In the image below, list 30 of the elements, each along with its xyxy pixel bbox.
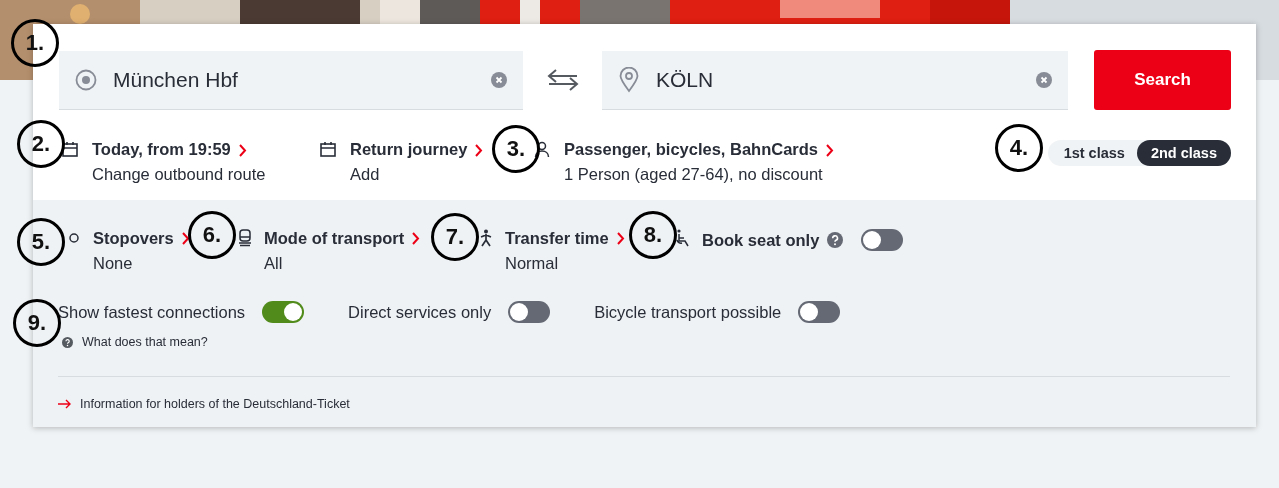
toggle-label: Direct services only [348,302,492,322]
destination-field[interactable]: KÖLN [602,50,1068,110]
filter-value: Normal [505,254,560,273]
help-link[interactable]: What does that mean? [82,335,208,349]
filter-value: None [93,254,134,273]
toggle-label: Bicycle transport possible [594,302,782,322]
info-link[interactable]: Information for holders of the Deutschland-Ticket [80,397,350,411]
option-value: Change outbound route [92,165,266,184]
toggle-label: Show fastest connections [58,302,246,322]
option-link[interactable]: Today, from 19:59 [92,140,231,159]
option-value: 1 Person (aged 27-64), no discount [564,165,824,184]
filter-link[interactable]: Stopovers [93,229,174,248]
class-tab[interactable]: 2nd class [1136,140,1231,166]
annotation-callout: 5. [17,218,65,266]
search-button[interactable]: Search [1094,50,1231,110]
annotation-callout: 7. [431,213,479,261]
filter-link[interactable]: Book seat only [702,230,820,250]
annotation-callout: 3. [492,125,540,173]
annotation-callout: 2. [17,120,65,168]
filter-link[interactable]: Transfer time [505,229,609,248]
class-tab[interactable]: 1st class [1047,140,1137,166]
annotation-callout: 6. [188,211,236,259]
filter-value: All [264,254,284,273]
annotation-callout: 8. [629,211,677,259]
option-link[interactable]: Return journey [350,140,468,159]
origin-field[interactable]: München Hbf [59,50,523,110]
filter-link[interactable]: Mode of transport [264,229,405,248]
option-link[interactable]: Passenger, bicycles, BahnCards [564,140,819,159]
option-value: Add [350,165,381,184]
annotation-callout: 4. [995,124,1043,172]
